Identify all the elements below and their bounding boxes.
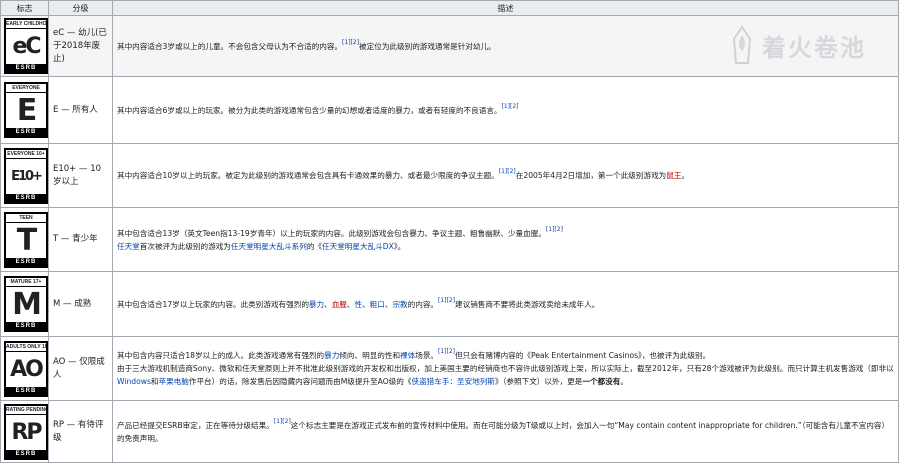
nudity-link[interactable]: 裸体 <box>400 351 415 360</box>
violence-link[interactable]: 暴力 <box>309 300 324 309</box>
site-watermark: 着火卷池 <box>728 22 898 68</box>
citation-link[interactable]: [1][2] <box>546 226 563 233</box>
gore-link[interactable]: 血腥 <box>332 300 347 309</box>
rating-name: eC — 幼儿(已于2018年废止) <box>48 15 113 77</box>
rating-description: 其中包含内容只适合18岁以上的成人。此类游戏通常有强烈的暴力倾向、明显的性和裸体… <box>112 336 899 401</box>
nintendo-link[interactable]: 任天堂 <box>117 242 140 251</box>
profanity-link[interactable]: 粗口 <box>370 300 385 309</box>
esrb-e-badge[interactable]: EVERYONE E ESRB <box>4 82 48 138</box>
table-row: EVERYONE E ESRB E — 所有人 其中内容适合6岁或以上的玩家。被… <box>0 76 899 144</box>
rating-name: E — 所有人 <box>48 76 113 144</box>
header-rating: 分级 <box>48 0 113 16</box>
header-icon: 标志 <box>0 0 49 16</box>
header-description: 描述 <box>112 0 899 16</box>
table-row: EVERYONE 10+ E10+ ESRB E10+ — 10岁以上 其中内容… <box>0 143 899 208</box>
ao-link[interactable]: AO — 仅限成人 <box>53 357 105 380</box>
esrb-rp-badge[interactable]: RATING PENDING RP ESRB <box>4 403 48 460</box>
smash-series-link[interactable]: 任天堂明星大乱斗系列 <box>231 242 307 251</box>
rating-description: 其中包含适合17岁以上玩家的内容。此类别游戏有强烈的暴力、血腥、性、粗口、宗教的… <box>112 271 899 337</box>
esrb-m-badge[interactable]: MATURE 17+ M ESRB <box>4 276 48 332</box>
rating-name: AO — 仅限成人 <box>48 336 113 401</box>
gta-san-andreas-link[interactable]: 侠盗猎车手：圣安地列斯 <box>412 377 496 386</box>
game-link-rat-king[interactable]: 鼠王 <box>666 171 681 180</box>
rating-name: RP — 有待评级 <box>48 400 113 463</box>
rating-name: T — 青少年 <box>48 207 113 272</box>
citation-link[interactable]: [1][2] <box>502 103 519 110</box>
esrb-e10-badge[interactable]: EVERYONE 10+ E10+ ESRB <box>4 147 48 204</box>
apple-computer-link[interactable]: 苹果电脑 <box>159 377 189 386</box>
flame-tower-icon <box>732 25 752 64</box>
table-row: RATING PENDING RP ESRB RP — 有待评级 产品已经提交E… <box>0 400 899 463</box>
sex-link[interactable]: 性 <box>354 300 362 309</box>
rating-description: 其中内容适合6岁或以上的玩家。被分为此类的游戏通常包含少量的幻想或者适度的暴力，… <box>112 76 899 144</box>
rating-description: 其中包含适合13岁（英文Teen指13-19岁青年）以上的玩家的内容。此级别游戏… <box>112 207 899 272</box>
rating-description: 产品已经提交ESRB审定，正在等待分级结果。[1][2]这个标志主要是在游戏正式… <box>112 400 899 463</box>
citation-link[interactable]: [1][2] <box>438 297 455 304</box>
rating-description: 其中内容适合10岁以上的玩家。被定为此级别的游戏通常会包含具有卡通效果的暴力、或… <box>112 143 899 208</box>
esrb-t-badge[interactable]: TEEN T ESRB <box>4 211 48 268</box>
citation-link[interactable]: [1][2] <box>274 418 291 425</box>
citation-link[interactable]: [1][2] <box>499 168 516 175</box>
rating-name: E10+ — 10岁以上 <box>48 143 113 208</box>
table-row: ADULTS ONLY 18+ AO ESRB AO — 仅限成人 其中包含内容… <box>0 336 899 401</box>
citation-link[interactable]: [1][2] <box>342 39 359 46</box>
smash-dx-link[interactable]: 任天堂明星大乱斗DX <box>322 242 394 251</box>
citation-link[interactable]: [1][2] <box>438 348 455 355</box>
table-row: MATURE 17+ M ESRB M — 成熟 其中包含适合17岁以上玩家的内… <box>0 271 899 337</box>
watermark-text: 着火卷池 <box>762 33 866 62</box>
table-row: TEEN T ESRB T — 青少年 其中包含适合13岁（英文Teen指13-… <box>0 207 899 272</box>
esrb-ao-badge[interactable]: ADULTS ONLY 18+ AO ESRB <box>4 340 48 397</box>
violence-link[interactable]: 暴力 <box>324 351 339 360</box>
rating-name: M — 成熟 <box>48 271 113 337</box>
religion-link[interactable]: 宗教 <box>392 300 407 309</box>
table-header: 标志 分级 描述 <box>0 0 899 16</box>
windows-link[interactable]: Windows <box>117 377 151 386</box>
esrb-ec-badge[interactable]: EARLY CHILDHOOD eC ESRB <box>4 18 48 74</box>
esrb-rating-table: 标志 分级 描述 EARLY CHILDHOOD eC ESRB eC — 幼儿… <box>0 0 899 463</box>
